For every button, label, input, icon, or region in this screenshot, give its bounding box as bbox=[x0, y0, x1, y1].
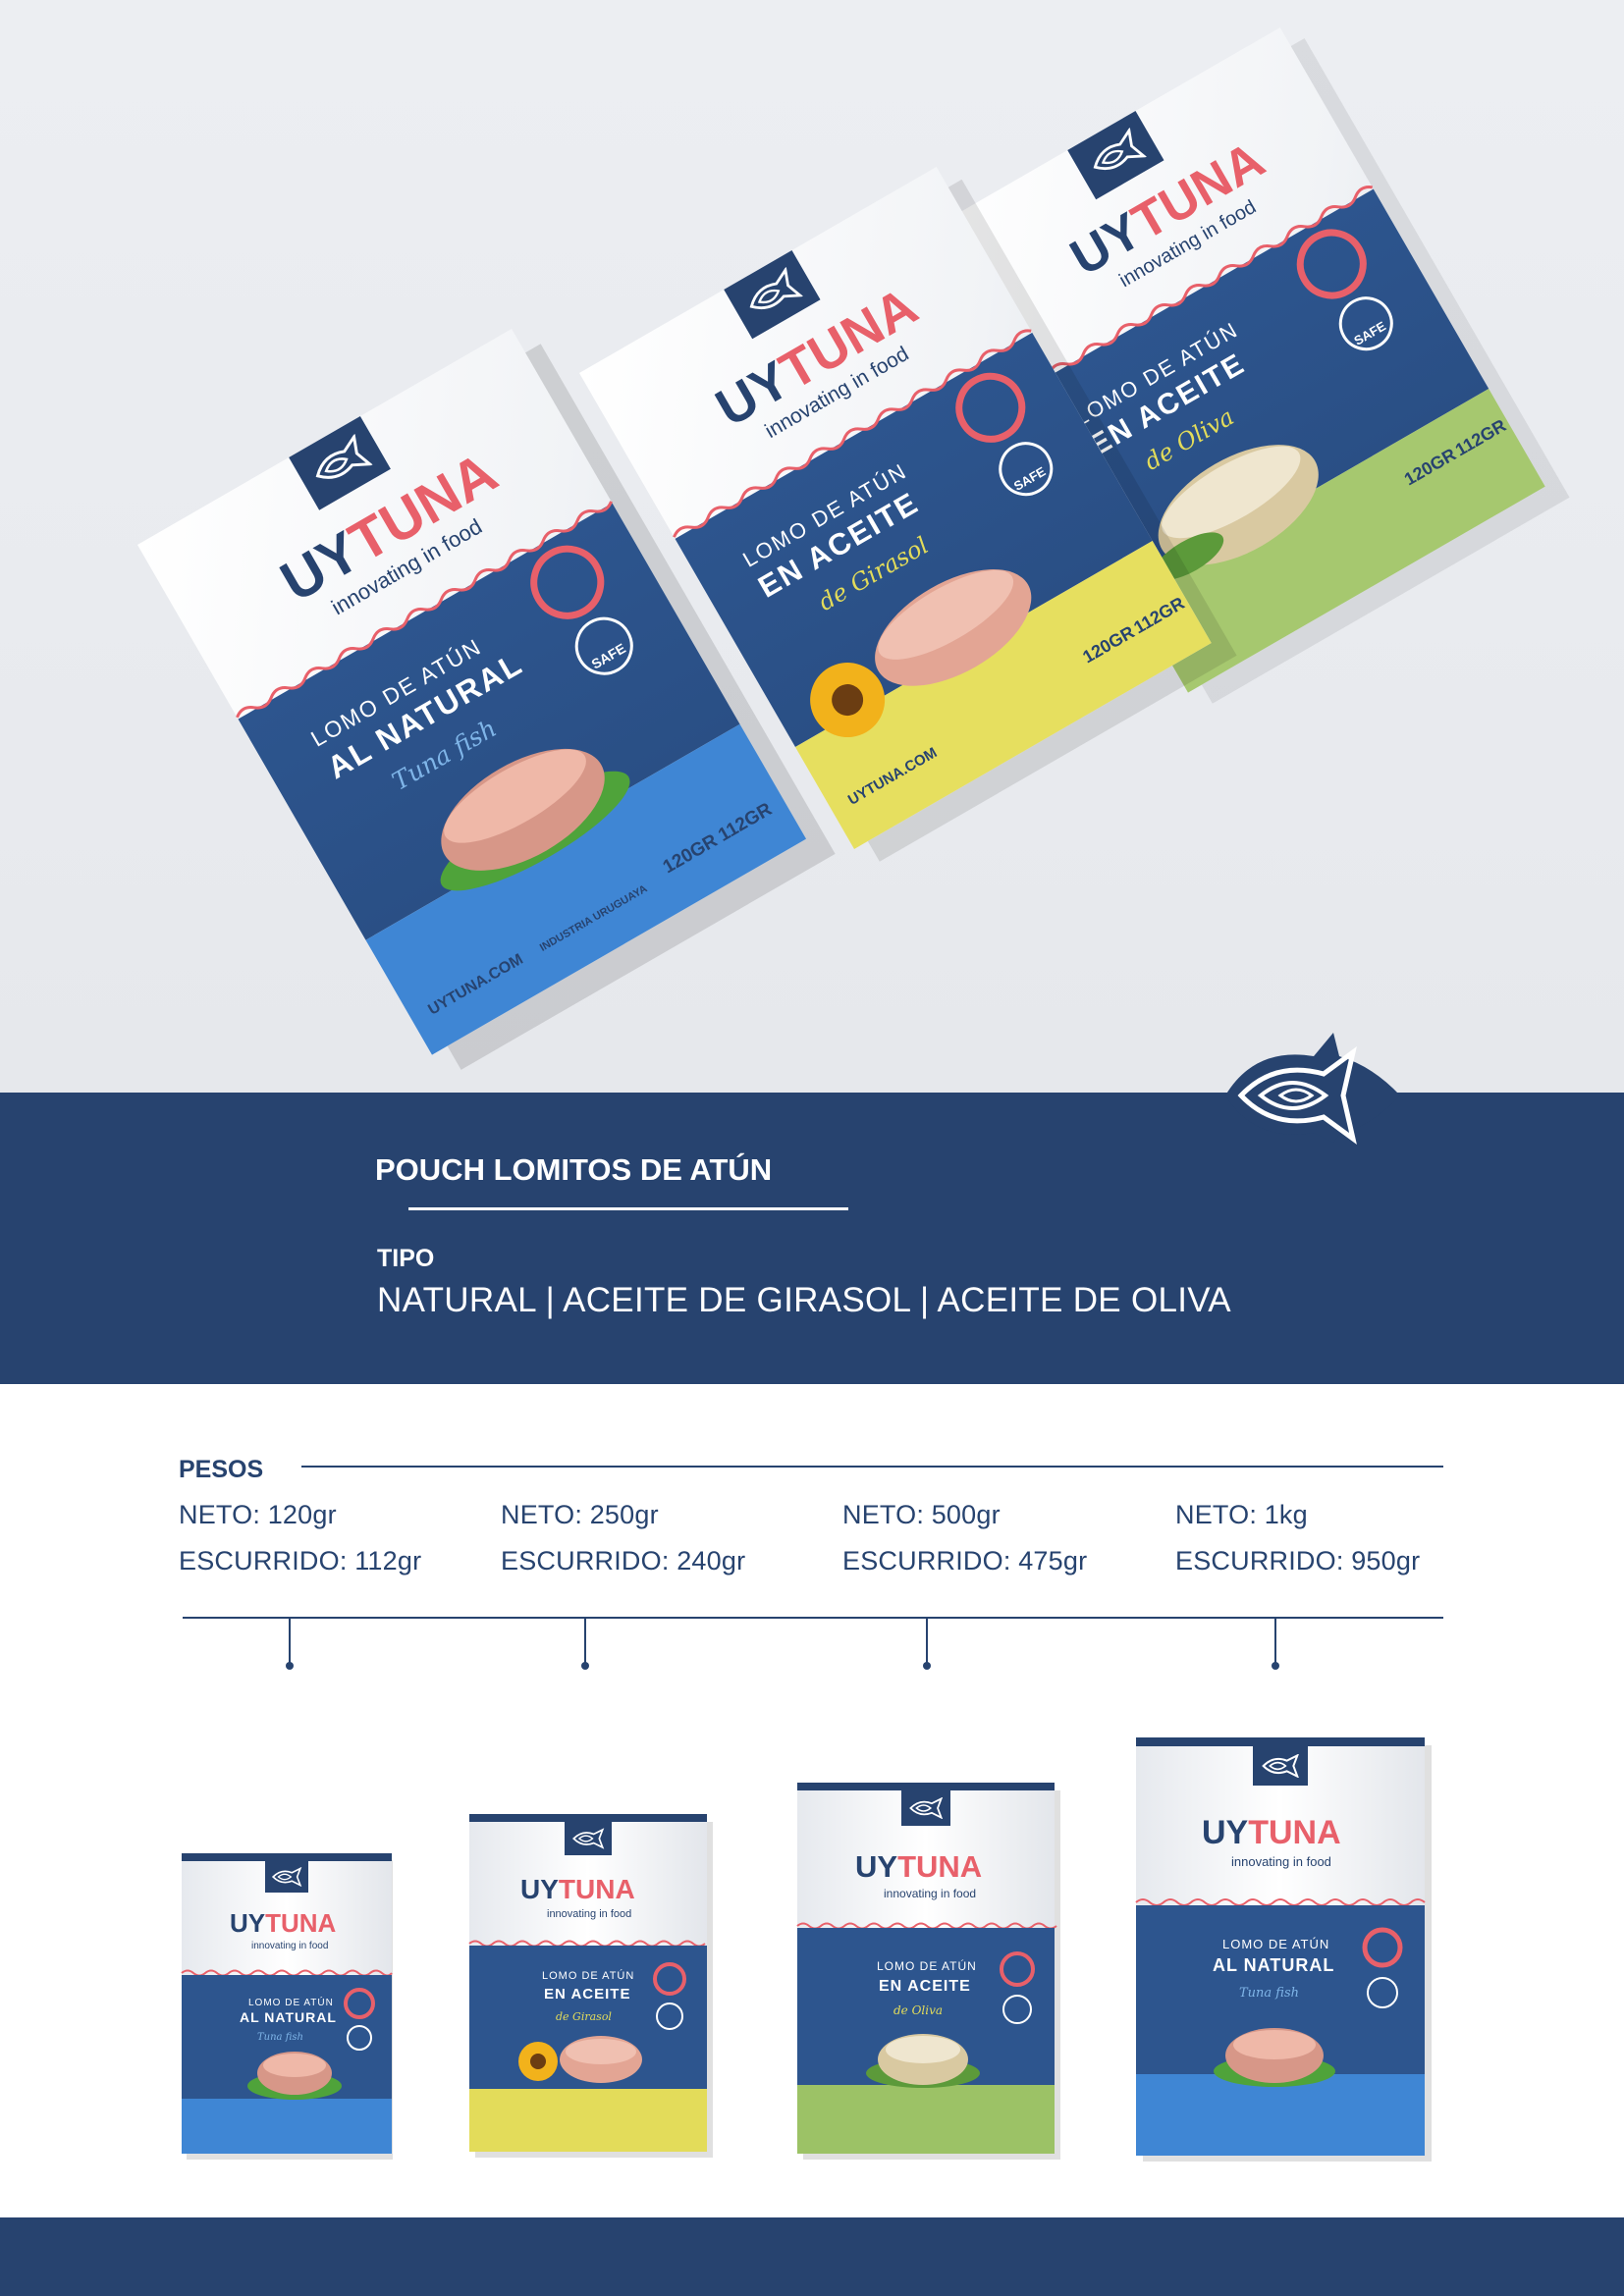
size-pouch-1kg-tagline: innovating in food bbox=[1231, 1854, 1331, 1869]
size-pouch-120-line1: LOMO DE ATÚN bbox=[248, 1996, 334, 2008]
size-pouch-500-line1: LOMO DE ATÚN bbox=[877, 1958, 977, 1973]
size-pouch-120-script: Tuna fish bbox=[257, 2032, 303, 2043]
size-pouch-250-line1: LOMO DE ATÚN bbox=[542, 1969, 634, 1982]
size-pouch-1kg: UYTUNA innovating in food LOMO DE ATÚN A… bbox=[1135, 1737, 1432, 2162]
size-pouch-250-brand: UYTUNA bbox=[520, 1874, 635, 1904]
size-pouch-1kg-line2: AL NATURAL bbox=[1213, 1955, 1334, 1975]
size-pouch-500: UYTUNA innovating in food LOMO DE ATÚN E… bbox=[796, 1783, 1060, 2160]
size-pouch-250-tagline: innovating in food bbox=[547, 1908, 631, 1920]
size-pouch-1kg-script: Tuna fish bbox=[1239, 1986, 1299, 2001]
size-pouch-500-line2: EN ACEITE bbox=[879, 1978, 971, 1995]
size-pouch-250-script: de Girasol bbox=[556, 2010, 612, 2023]
size-pouch-1kg-line1: LOMO DE ATÚN bbox=[1222, 1937, 1329, 1951]
size-pouch-500-brand: UYTUNA bbox=[855, 1849, 982, 1884]
size-pouch-120-brand: UYTUNA bbox=[230, 1908, 337, 1938]
size-pouch-500-script: de Oliva bbox=[893, 2003, 943, 2017]
size-pouch-250: UYTUNA innovating in food LOMO DE ATÚN E… bbox=[468, 1814, 713, 2158]
size-pouch-250-line2: EN ACEITE bbox=[544, 1986, 630, 2002]
size-pouches: UYTUNA innovating in food LOMO DE ATÚN A… bbox=[181, 1737, 1432, 2162]
size-pouch-500-tagline: innovating in food bbox=[884, 1887, 976, 1900]
footer-band bbox=[0, 2217, 1624, 2296]
size-pouch-120: UYTUNA innovating in food LOMO DE ATÚN A… bbox=[181, 1853, 393, 2160]
size-pouch-120-line2: AL NATURAL bbox=[240, 2009, 337, 2025]
size-pouch-1kg-brand: UYTUNA bbox=[1202, 1814, 1341, 1851]
size-pouch-120-tagline: innovating in food bbox=[251, 1941, 328, 1951]
